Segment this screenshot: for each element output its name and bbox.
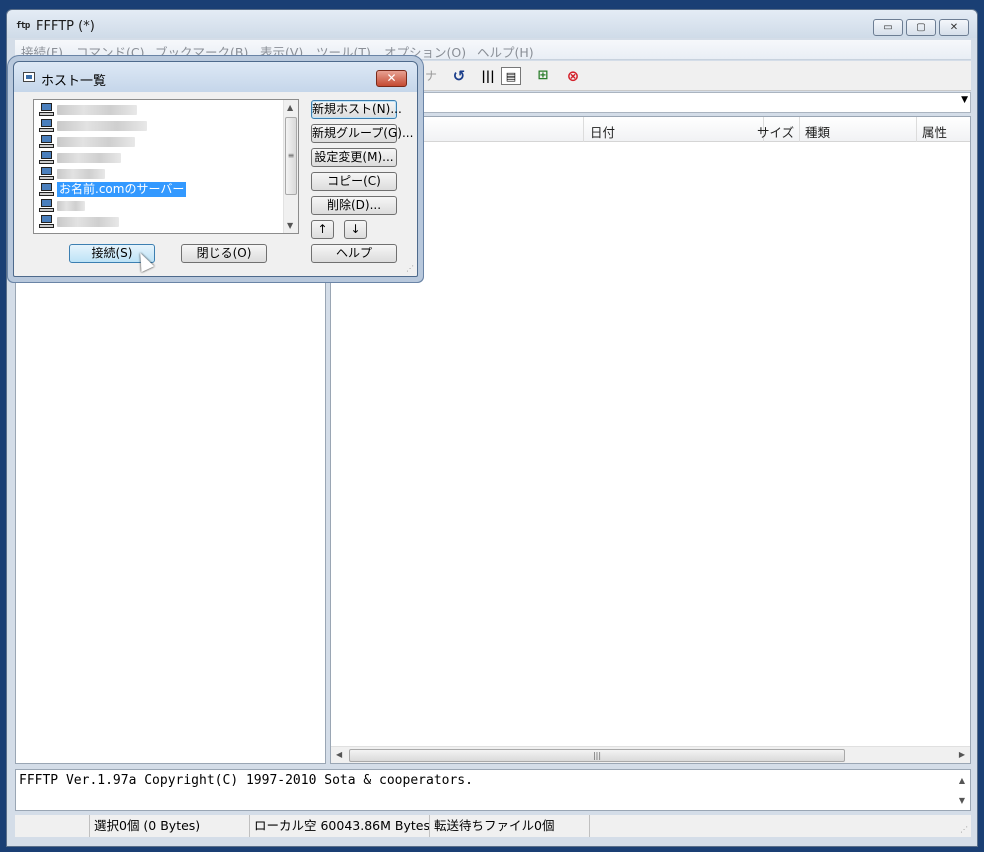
computer-icon	[39, 103, 55, 117]
menu-tools[interactable]: ツール(T)	[316, 42, 371, 61]
computer-icon	[39, 183, 55, 197]
status-empty	[589, 815, 971, 837]
menu-view[interactable]: 表示(V)	[260, 42, 303, 61]
log-panel[interactable]: FFFTP Ver.1.97a Copyright(C) 1997-2010 S…	[15, 769, 971, 811]
host-item-selected[interactable]: お名前.comのサーバー	[37, 182, 277, 197]
redacted-host-name	[57, 105, 137, 115]
redacted-host-name	[57, 121, 147, 131]
remote-list-header: 日付 サイズ 種類 属性	[331, 117, 970, 142]
new-group-button[interactable]: 新規グループ(G)...	[311, 124, 413, 143]
delete-button[interactable]: 削除(D)...	[311, 196, 397, 215]
new-host-button[interactable]: 新規ホスト(N)...	[311, 100, 402, 119]
computer-icon	[39, 215, 55, 229]
column-separator[interactable]	[799, 117, 800, 142]
status-bar: 選択0個 (0 Bytes) ローカル空 60043.86M Bytes 転送待…	[15, 815, 971, 837]
menu-options[interactable]: オプション(O)	[384, 42, 466, 61]
dialog-close-button[interactable]: ✕	[376, 70, 407, 87]
copy-button[interactable]: コピー(C)	[311, 172, 397, 191]
remote-file-list[interactable]: 日付 サイズ 種類 属性 ◀ ||| ▶	[330, 116, 971, 764]
computer-icon	[39, 151, 55, 165]
host-list-dialog: ホスト一覧 ✕ お名前.comのサーバー ▲ ≡ ▼ 新規ホスト(N)... 新…	[13, 61, 418, 277]
resize-grip-icon[interactable]: ⋰	[406, 264, 414, 273]
host-list[interactable]: お名前.comのサーバー ▲ ≡ ▼	[33, 99, 299, 234]
host-item[interactable]	[37, 150, 277, 165]
column-separator[interactable]	[916, 117, 917, 142]
redacted-host-name	[57, 201, 85, 211]
minimize-button[interactable]: ▭	[873, 19, 903, 36]
scroll-up-icon[interactable]: ▲	[959, 776, 965, 785]
log-text: FFFTP Ver.1.97a Copyright(C) 1997-2010 S…	[19, 773, 473, 788]
host-item[interactable]	[37, 214, 277, 229]
scroll-up-icon[interactable]: ▲	[287, 103, 293, 112]
stop-icon[interactable]: ⊗	[563, 67, 583, 85]
tree-icon[interactable]: ⊞	[533, 67, 553, 85]
title-bar: ftp FFFTP (*) ▭ ▢ ✕	[7, 10, 977, 38]
dialog-title-bar: ホスト一覧 ✕	[14, 62, 417, 92]
redacted-host-name	[57, 169, 105, 179]
detail-view-icon[interactable]: ▤	[501, 67, 521, 85]
computer-icon	[39, 199, 55, 213]
selected-host-label: お名前.comのサーバー	[57, 182, 187, 197]
maximize-button[interactable]: ▢	[906, 19, 936, 36]
close-button[interactable]: ✕	[939, 19, 969, 36]
computer-icon	[39, 119, 55, 133]
menu-connect[interactable]: 接続(F)	[21, 42, 63, 61]
column-type[interactable]: 種類	[805, 122, 830, 141]
list-view-icon[interactable]: |||	[478, 67, 498, 85]
move-down-button[interactable]: ↓	[344, 220, 367, 239]
column-date[interactable]: 日付	[590, 122, 615, 141]
host-item[interactable]	[37, 118, 277, 133]
help-button[interactable]: ヘルプ	[311, 244, 397, 263]
refresh-icon[interactable]: ↺	[449, 67, 469, 85]
host-item[interactable]	[37, 166, 277, 181]
status-local-free: ローカル空 60043.86M Bytes	[249, 815, 430, 837]
move-up-button[interactable]: ↑	[311, 220, 334, 239]
scroll-down-icon[interactable]: ▼	[959, 796, 965, 805]
status-selected: 選択0個 (0 Bytes)	[89, 815, 249, 837]
redacted-host-name	[57, 137, 135, 147]
column-attributes[interactable]: 属性	[922, 122, 947, 141]
menu-bookmark[interactable]: ブックマーク(B)	[155, 42, 248, 61]
ffftp-app-icon: ftp	[16, 21, 30, 31]
scroll-left-icon[interactable]: ◀	[336, 750, 342, 759]
scrollbar-thumb[interactable]: |||	[349, 749, 845, 762]
status-transfer-queue: 転送待ちファイル0個	[429, 815, 589, 837]
window-icon	[23, 72, 35, 82]
chevron-down-icon[interactable]: ▼	[961, 95, 968, 105]
dialog-title: ホスト一覧	[41, 74, 107, 89]
edit-settings-button[interactable]: 設定変更(M)...	[311, 148, 397, 167]
menu-help[interactable]: ヘルプ(H)	[477, 42, 534, 61]
scrollbar-thumb[interactable]: ≡	[285, 117, 297, 195]
host-item[interactable]	[37, 102, 277, 117]
computer-icon	[39, 135, 55, 149]
resize-grip-icon[interactable]: ⋰	[960, 825, 968, 834]
close-dialog-button[interactable]: 閉じる(O)	[181, 244, 267, 263]
horizontal-scrollbar[interactable]: ◀ ||| ▶	[331, 746, 970, 763]
scroll-down-icon[interactable]: ▼	[287, 221, 293, 230]
scroll-right-icon[interactable]: ▶	[959, 750, 965, 759]
menu-bar: 接続(F) コマンド(C) ブックマーク(B) 表示(V) ツール(T) オプシ…	[15, 40, 971, 60]
computer-icon	[39, 167, 55, 181]
menu-command[interactable]: コマンド(C)	[76, 42, 144, 61]
host-item[interactable]	[37, 198, 277, 213]
host-item[interactable]	[37, 134, 277, 149]
redacted-host-name	[57, 153, 121, 163]
redacted-host-name	[57, 217, 119, 227]
window-title: FFFTP (*)	[36, 19, 95, 34]
column-size[interactable]: サイズ	[757, 122, 794, 141]
remote-path-combo[interactable]: ▼	[419, 92, 971, 113]
column-separator[interactable]	[583, 117, 584, 142]
vertical-scrollbar[interactable]: ▲ ≡ ▼	[283, 100, 298, 233]
